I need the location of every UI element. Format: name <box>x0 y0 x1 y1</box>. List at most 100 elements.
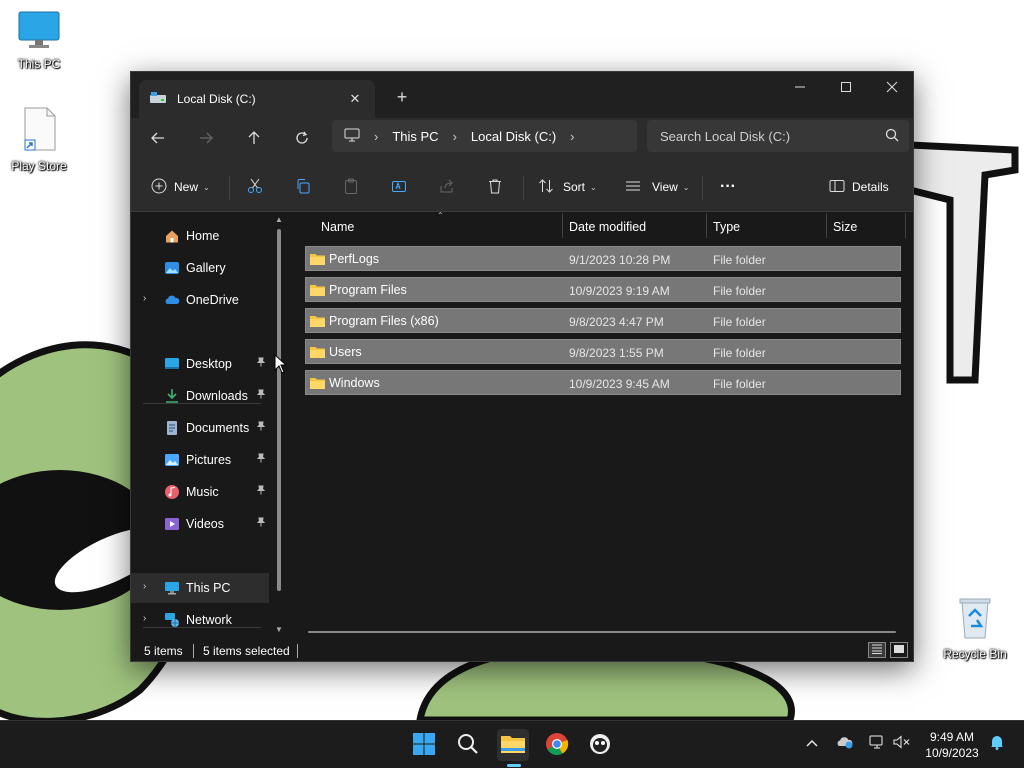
file-row[interactable]: Windows 10/9/2023 9:45 AM File folder <box>305 370 901 395</box>
file-row[interactable]: PerfLogs 9/1/2023 10:28 PM File folder <box>305 246 901 271</box>
address-bar[interactable]: › This PC › Local Disk (C:) › <box>332 120 637 152</box>
cut-button[interactable] <box>247 173 263 201</box>
plus-circle-icon <box>151 178 167 197</box>
nav-item-network[interactable]: › Network <box>131 605 269 635</box>
column-headers: ⌃ Name Date modified Type Size <box>305 211 909 241</box>
scroll-down-icon[interactable]: ▼ <box>275 625 283 634</box>
download-icon <box>164 388 180 404</box>
column-divider[interactable] <box>706 213 707 238</box>
desktop-icon-label: Recycle Bin <box>943 647 1007 661</box>
music-icon <box>164 484 180 500</box>
chevron-down-icon: ⌄ <box>682 182 690 192</box>
more-options-button[interactable]: ··· <box>720 173 736 201</box>
rename-button[interactable] <box>391 173 407 201</box>
tiles-view-button[interactable] <box>890 642 908 658</box>
desktop-icon-play-store[interactable]: Play Store <box>1 106 77 173</box>
nav-item-downloads[interactable]: Downloads <box>131 381 269 411</box>
up-button[interactable] <box>238 124 270 154</box>
close-window-button[interactable] <box>869 72 913 102</box>
scrollbar-thumb[interactable] <box>277 229 281 591</box>
file-row[interactable]: Program Files (x86) 9/8/2023 4:47 PM Fil… <box>305 308 901 333</box>
scissors-icon <box>247 178 263 197</box>
nav-item-this-pc[interactable]: › This PC <box>131 573 269 603</box>
new-button[interactable]: New ⌄ <box>151 173 210 201</box>
column-header-size[interactable]: Size <box>833 220 857 234</box>
tab-title: Local Disk (C:) <box>177 92 256 106</box>
column-divider[interactable] <box>826 213 827 238</box>
file-date: 9/8/2023 1:55 PM <box>569 346 664 360</box>
nav-item-pictures[interactable]: Pictures <box>131 445 269 475</box>
taskbar-file-explorer-button[interactable] <box>497 729 529 761</box>
taskbar-app-button[interactable] <box>584 729 616 761</box>
monitor-icon <box>1 10 77 53</box>
breadcrumb-local-disk[interactable]: Local Disk (C:) <box>471 129 556 144</box>
sort-button[interactable]: Sort ⌄ <box>538 173 597 201</box>
nav-item-onedrive[interactable]: › OneDrive <box>131 285 269 315</box>
search-icon <box>457 733 479 758</box>
nav-item-gallery[interactable]: Gallery <box>131 253 269 283</box>
maximize-button[interactable] <box>823 72 869 102</box>
breadcrumb-separator: › <box>452 128 457 144</box>
horizontal-scrollbar[interactable] <box>308 631 896 633</box>
new-tab-button[interactable]: + <box>389 84 415 110</box>
taskbar: 9:49 AM 10/9/2023 <box>0 720 1024 768</box>
scroll-up-icon[interactable]: ▲ <box>275 215 283 224</box>
nav-item-documents[interactable]: Documents <box>131 413 269 443</box>
search-placeholder: Search Local Disk (C:) <box>660 128 791 144</box>
nav-item-videos[interactable]: Videos <box>131 509 269 539</box>
title-bar: Local Disk (C:) ✕ + <box>131 72 913 118</box>
onedrive-tray-button[interactable] <box>836 735 854 751</box>
forward-button[interactable] <box>190 124 222 154</box>
taskbar-chrome-button[interactable] <box>541 729 573 761</box>
file-row[interactable]: Program Files 10/9/2023 9:19 AM File fol… <box>305 277 901 302</box>
drive-icon <box>149 91 167 108</box>
chevron-right-icon[interactable]: › <box>143 581 146 592</box>
delete-button[interactable] <box>487 173 503 201</box>
nav-item-desktop[interactable]: Desktop <box>131 349 269 379</box>
column-divider[interactable] <box>905 213 906 238</box>
column-header-date-modified[interactable]: Date modified <box>569 220 646 234</box>
file-type: File folder <box>713 315 766 329</box>
start-button[interactable] <box>408 729 440 761</box>
recycle-bin-icon <box>937 596 1013 643</box>
tab-local-disk[interactable]: Local Disk (C:) ✕ <box>139 80 375 118</box>
address-row: › This PC › Local Disk (C:) › Search Loc… <box>131 118 913 160</box>
tiles-view-icon <box>893 643 905 657</box>
breadcrumb-separator[interactable]: › <box>570 129 574 144</box>
clock-date: 10/9/2023 <box>925 746 979 760</box>
file-row[interactable]: Users 9/8/2023 1:55 PM File folder <box>305 339 901 364</box>
chevron-right-icon[interactable]: › <box>143 293 146 304</box>
desktop-icon-recycle-bin[interactable]: Recycle Bin <box>937 596 1013 661</box>
notifications-button[interactable] <box>988 735 1006 751</box>
chevron-right-icon[interactable]: › <box>143 613 146 624</box>
column-header-type[interactable]: Type <box>713 220 740 234</box>
nav-item-home[interactable]: Home <box>131 221 269 251</box>
share-button[interactable] <box>439 173 455 201</box>
column-divider[interactable] <box>562 213 563 238</box>
desktop-icon-this-pc[interactable]: This PC <box>1 10 77 71</box>
details-pane-button[interactable]: Details <box>829 173 889 201</box>
network-tray-button[interactable] <box>868 735 886 751</box>
nav-scrollbar[interactable]: ▲ ▼ <box>275 213 283 638</box>
breadcrumb-this-pc[interactable]: This PC <box>392 129 438 144</box>
volume-tray-button[interactable] <box>893 734 911 751</box>
refresh-button[interactable] <box>286 124 318 154</box>
search-input[interactable]: Search Local Disk (C:) <box>647 120 909 152</box>
view-button[interactable]: View ⌄ <box>625 173 690 201</box>
close-tab-button[interactable]: ✕ <box>341 85 369 113</box>
back-button[interactable] <box>142 124 174 154</box>
taskbar-search-button[interactable] <box>452 729 484 761</box>
nav-item-music[interactable]: Music <box>131 477 269 507</box>
tray-overflow-button[interactable] <box>804 735 820 751</box>
system-clock[interactable]: 9:49 AM 10/9/2023 <box>914 729 990 761</box>
file-type: File folder <box>713 346 766 360</box>
rename-icon <box>391 178 407 197</box>
chrome-icon <box>545 732 569 759</box>
details-view-button[interactable] <box>868 642 886 658</box>
column-header-name[interactable]: Name <box>321 220 354 234</box>
paste-button[interactable] <box>343 173 359 201</box>
minimize-button[interactable] <box>777 72 823 102</box>
file-type: File folder <box>713 377 766 391</box>
copy-button[interactable] <box>295 173 311 201</box>
folder-icon <box>309 345 326 362</box>
